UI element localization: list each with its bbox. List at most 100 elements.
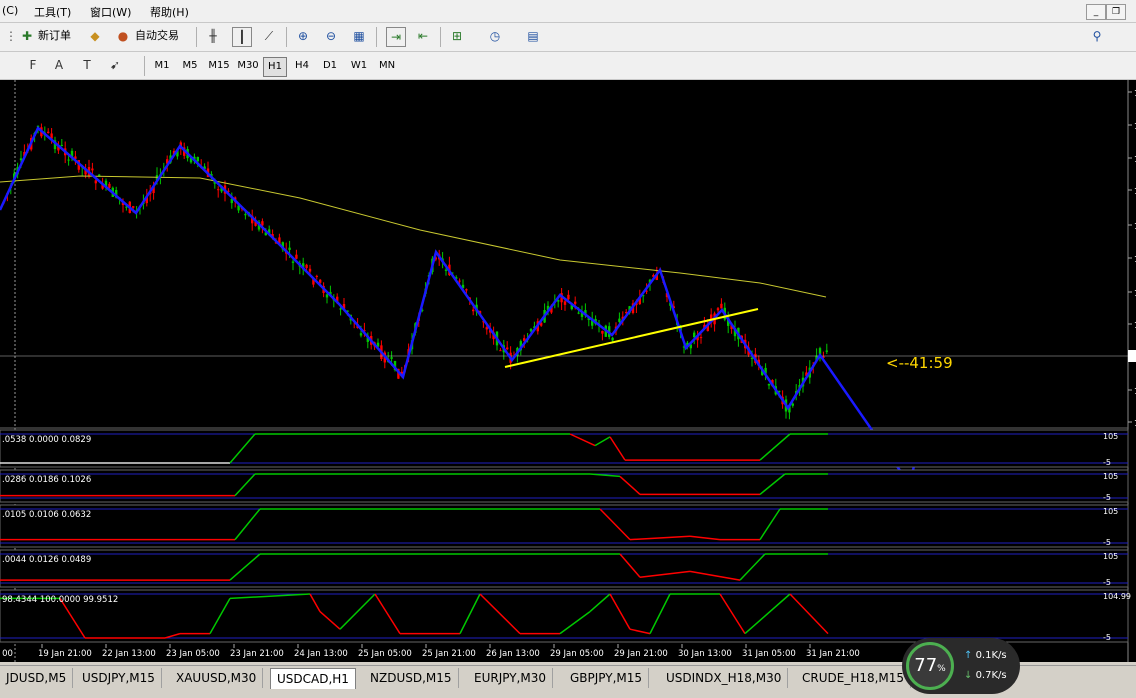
time-label: 31 Jan 21:00: [806, 649, 860, 659]
tab-crude[interactable]: CRUDE_H18,M15: [796, 668, 912, 688]
menu-item-tools[interactable]: 工具(T): [34, 4, 71, 20]
candle-body: [390, 357, 393, 359]
candle-body: [217, 189, 220, 191]
indicator-panel: [0, 469, 1129, 503]
restore-icon[interactable]: ❐: [1106, 4, 1126, 20]
bar-chart-icon[interactable]: ╫: [204, 27, 222, 45]
candle-body: [108, 183, 111, 188]
candle-body: [288, 247, 291, 250]
candle-body: [825, 350, 828, 352]
candle-body: [465, 289, 468, 291]
network-speed-widget[interactable]: 77% ↑ 0.1K/s ↓ 0.7K/s: [902, 638, 1020, 694]
search-icon[interactable]: ⚲: [1088, 27, 1106, 45]
arrows-icon[interactable]: ➹: [106, 56, 124, 74]
candle-body: [767, 383, 771, 386]
price-chart[interactable]: <--41:59 .0538 0.0000 0.0829 105 -5 .0286 0…: [0, 80, 1136, 662]
candle-body: [791, 403, 794, 406]
candle-body: [315, 275, 318, 277]
candle-body: [244, 214, 247, 216]
periods-clock-icon[interactable]: ◷: [486, 27, 504, 45]
candle-body: [574, 301, 577, 304]
chart-area[interactable]: <--41:59 .0538 0.0000 0.0829 105 -5 .0286 0…: [0, 80, 1136, 662]
tab-usdjpy[interactable]: USDJPY,M15: [76, 668, 162, 688]
candle-body: [132, 206, 135, 208]
line-chart-icon[interactable]: ⟋: [260, 27, 278, 45]
candle-body: [444, 269, 448, 271]
tab-usdindx[interactable]: USDINDX_H18,M30: [660, 668, 789, 688]
time-label: 29 Jan 05:00: [550, 649, 604, 659]
candle-body: [567, 294, 570, 300]
fibo-icon[interactable]: F: [24, 56, 42, 74]
timeframe-m15[interactable]: M15: [205, 57, 233, 75]
minimize-icon[interactable]: _: [1086, 4, 1106, 20]
candle-body: [60, 144, 63, 146]
indicator-values: .0286 0.0186 0.1026: [2, 475, 91, 485]
toolbar-separator: [286, 27, 287, 47]
tab-eurjpy[interactable]: EURJPY,M30: [468, 668, 553, 688]
indicator-panel: [0, 549, 1129, 588]
indicator-level-label: -5: [1103, 633, 1111, 642]
auto-scroll-icon[interactable]: ⇥: [386, 27, 406, 47]
candle-body: [67, 159, 70, 161]
timeframe-m5[interactable]: M5: [178, 57, 202, 75]
chart-shift-icon[interactable]: ⇤: [414, 27, 432, 45]
indicators-icon[interactable]: ⊞: [448, 27, 466, 45]
time-label: 23 Jan 21:00: [230, 649, 284, 659]
candle-body: [359, 333, 363, 336]
auto-trade-button[interactable]: 自动交易: [135, 26, 179, 46]
new-order-button[interactable]: 新订单: [38, 26, 71, 46]
indicator-panel: [0, 589, 1129, 643]
menu-item-help[interactable]: 帮助(H): [150, 4, 189, 20]
countdown-label: <--41:59: [886, 354, 953, 372]
templates-icon[interactable]: ▤: [524, 27, 542, 45]
candle-body: [261, 221, 264, 226]
timeframe-w1[interactable]: W1: [346, 57, 372, 75]
timeframe-m1[interactable]: M1: [150, 57, 174, 75]
eraser-icon[interactable]: ◆: [86, 27, 104, 45]
candle-body: [563, 301, 567, 305]
new-order-icon: ✚: [21, 29, 33, 43]
time-label: 29 Jan 21:00: [614, 649, 668, 659]
tab-nzdusd[interactable]: NZDUSD,M15: [364, 668, 459, 688]
candle-body: [529, 329, 533, 332]
time-label: 26 Jan 13:00: [486, 649, 540, 659]
tab-jdusd[interactable]: JDUSD,M5: [0, 668, 74, 688]
timeframe-h4[interactable]: H4: [290, 57, 314, 75]
gauge-value: 77: [914, 655, 938, 676]
text-icon[interactable]: A: [50, 56, 68, 74]
menu-item-file[interactable]: (C): [2, 4, 18, 17]
menubar: (C) 工具(T) 窗口(W) 帮助(H) _ ❐: [0, 0, 1136, 23]
moving-average-line: [0, 175, 827, 298]
time-label: 23 Jan 05:00: [166, 649, 220, 659]
tile-windows-icon[interactable]: ▦: [350, 27, 368, 45]
upload-value: 0.1K/s: [975, 650, 1007, 661]
timeframe-h1[interactable]: H1: [263, 57, 287, 77]
gauge-unit: %: [937, 664, 946, 674]
indicator-panel: [0, 429, 1129, 468]
candle-body: [601, 330, 604, 334]
indicator-values: .0044 0.0126 0.0489: [2, 555, 91, 565]
candle-body: [19, 158, 23, 161]
timeframe-m30[interactable]: M30: [234, 57, 262, 75]
upload-speed: ↑ 0.1K/s: [964, 650, 1007, 661]
timeframe-mn[interactable]: MN: [374, 57, 400, 75]
zoom-out-icon[interactable]: ⊖: [322, 27, 340, 45]
time-label: 24 Jan 13:00: [294, 649, 348, 659]
zoom-in-icon[interactable]: ⊕: [294, 27, 312, 45]
candle-body: [720, 303, 723, 309]
indicator-values: .0538 0.0000 0.0829: [2, 435, 91, 445]
candle-body: [305, 264, 308, 269]
tab-gbpjpy[interactable]: GBPJPY,M15: [564, 668, 650, 688]
tab-xauusd[interactable]: XAUUSD,M30: [170, 668, 264, 688]
indicator-level-label: 105: [1103, 507, 1118, 516]
candle-chart-icon[interactable]: ┃: [232, 27, 252, 47]
candle-body: [325, 294, 329, 298]
timeframe-d1[interactable]: D1: [318, 57, 342, 75]
menu-item-window[interactable]: 窗口(W): [90, 4, 131, 20]
indicator-values: 98.4344 100.0000 99.9512: [2, 595, 118, 605]
tab-usdcad[interactable]: USDCAD,H1: [270, 668, 356, 689]
indicator-values: .0105 0.0106 0.0632: [2, 510, 91, 520]
text-label-icon[interactable]: T: [78, 56, 96, 74]
download-speed: ↓ 0.7K/s: [964, 670, 1007, 681]
indicator-level-label: -5: [1103, 493, 1111, 502]
